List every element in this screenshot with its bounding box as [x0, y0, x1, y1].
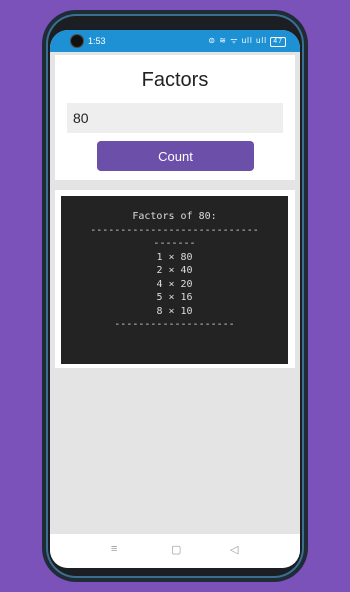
- phone-screen: 1:53 ⊜ ≋ ᯤ ull ull 47 Factors Count Fact…: [50, 30, 300, 568]
- output-line: Factors of 80:: [132, 211, 217, 222]
- output-line: 4 × 20: [156, 278, 193, 290]
- input-card: Factors Count: [55, 55, 295, 180]
- output-card: Factors of 80: -------------------------…: [55, 190, 295, 368]
- number-input[interactable]: [67, 103, 283, 133]
- output-line: ----------------------------: [90, 224, 259, 236]
- battery-icon: 47: [270, 37, 286, 47]
- menu-icon[interactable]: ≡: [111, 543, 117, 555]
- output-line: 8 × 10: [156, 305, 193, 317]
- status-bar: 1:53 ⊜ ≋ ᯤ ull ull 47: [50, 30, 300, 52]
- output-line: 2 × 40: [156, 265, 193, 276]
- camera-icon: [70, 34, 84, 48]
- signal-icons: ⊜ ≋ ᯤ ull ull: [208, 36, 267, 45]
- count-button[interactable]: Count: [97, 141, 254, 171]
- navigation-bar: ≡ ▢ ◁: [50, 534, 300, 568]
- back-icon[interactable]: ◁: [230, 543, 238, 556]
- output-line: 1 × 80: [156, 251, 193, 263]
- status-time: 1:53: [88, 36, 106, 46]
- output-line: --------------------: [114, 319, 235, 330]
- home-icon[interactable]: ▢: [171, 543, 181, 556]
- output-console: Factors of 80: -------------------------…: [61, 196, 288, 364]
- page-title: Factors: [141, 69, 209, 91]
- output-line: 5 × 16: [156, 292, 193, 303]
- status-icons: ⊜ ≋ ᯤ ull ull 47: [208, 35, 286, 47]
- output-line: -------: [153, 238, 196, 249]
